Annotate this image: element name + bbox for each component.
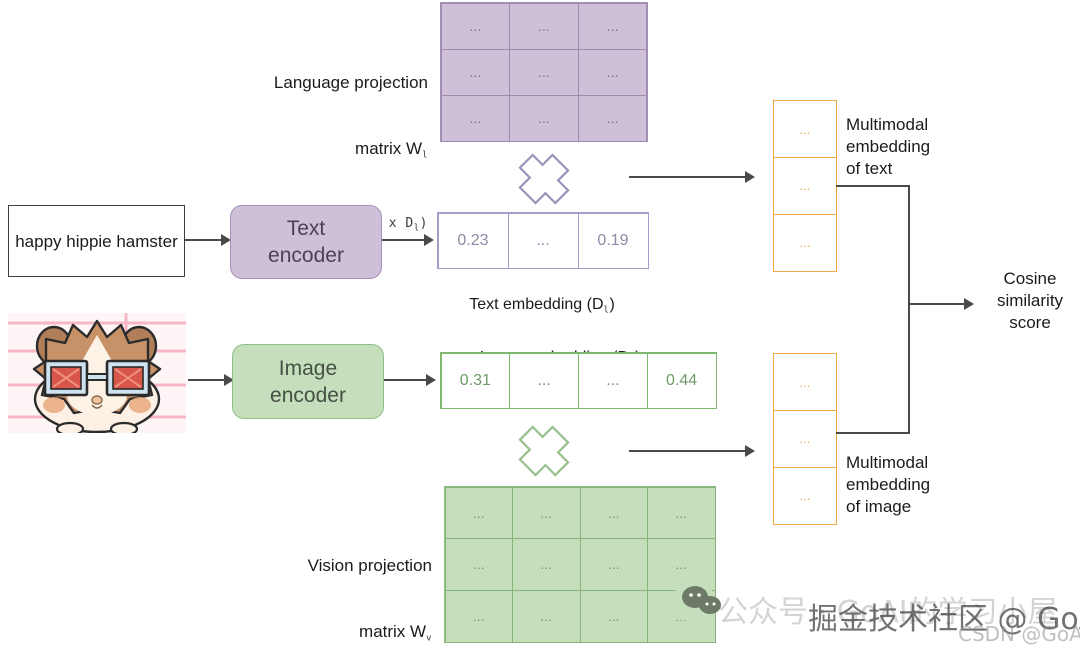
- vision-projection-label-line1: Vision projection: [307, 556, 432, 575]
- connector-join-vertical: [908, 185, 910, 434]
- text-input-value: happy hippie hamster: [15, 231, 178, 251]
- arrow-encoder-to-image-embedding-head: [426, 374, 436, 386]
- text-encoder-box[interactable]: Text encoder: [230, 205, 382, 279]
- multiply-cross-icon: [518, 153, 570, 205]
- arrow-image-to-encoder-line: [188, 379, 226, 381]
- embedding-cell: 0.19: [577, 212, 649, 269]
- matrix-cell: ...: [444, 538, 513, 591]
- input-image[interactable]: [8, 313, 186, 433]
- matrix-cell: ...: [577, 48, 648, 96]
- matrix-cell: ...: [509, 2, 579, 50]
- arrow-to-multimodal-text-head: [745, 171, 755, 183]
- matrix-cell: ...: [444, 486, 513, 540]
- diagram-canvas: ........................... Language pro…: [0, 0, 1080, 645]
- matrix-cell: ...: [440, 48, 511, 96]
- embedding-cell: 0.44: [646, 352, 717, 409]
- arrow-to-cosine-head: [964, 298, 974, 310]
- watermark-csdn-text: CSDN @GoAI: [958, 622, 1080, 645]
- multimodal-text-vector: .........: [773, 100, 837, 272]
- arrow-to-multimodal-image-head: [745, 445, 755, 457]
- arrow-encoder-to-text-embedding-head: [424, 234, 434, 246]
- image-embedding-vector: 0.31...... 0.44: [440, 352, 717, 409]
- embedding-cell: ...: [773, 353, 837, 412]
- image-encoder-label: Image encoder: [270, 356, 346, 407]
- arrow-to-multimodal-text-line: [629, 176, 747, 178]
- multimodal-image-label: Multimodal embedding of image: [846, 453, 931, 516]
- arrow-encoder-to-text-embedding-line: [382, 239, 426, 241]
- text-encoder-label: Text encoder: [268, 217, 344, 267]
- matrix-cell: ...: [444, 589, 513, 643]
- embedding-cell: ...: [773, 157, 837, 215]
- matrix-cell: ...: [512, 589, 581, 643]
- matrix-cell: ...: [440, 94, 511, 142]
- vision-projection-label-line2: matrix Wv: [359, 622, 432, 644]
- embedding-cell: ...: [507, 212, 579, 269]
- image-encoder-box[interactable]: Image encoder: [232, 344, 384, 419]
- embedding-cell: 0.31: [440, 352, 511, 409]
- embedding-cell: ...: [509, 352, 579, 409]
- matrix-cell: ...: [440, 2, 511, 50]
- connector-text-branch: [836, 185, 910, 187]
- vision-projection-label: Vision projection matrix Wv (De x Dv): [242, 533, 432, 645]
- language-projection-label-line1: Language projection: [273, 73, 428, 92]
- matrix-cell: ...: [579, 538, 648, 591]
- embedding-cell: ...: [578, 352, 648, 409]
- arrow-to-multimodal-image-line: [629, 450, 747, 452]
- embedding-cell: ...: [773, 100, 837, 159]
- matrix-cell: ...: [509, 94, 579, 142]
- text-embedding-caption: Text embedding (Dl): [469, 296, 615, 316]
- connector-image-branch: [836, 432, 910, 434]
- multiply-cross-icon: [518, 425, 570, 477]
- matrix-cell: ...: [579, 486, 648, 540]
- embedding-cell: ...: [773, 466, 837, 525]
- embedding-cell: ...: [773, 410, 837, 468]
- matrix-cell: ...: [577, 94, 648, 142]
- cosine-similarity-score-label: Cosine similarity score: [996, 269, 1064, 332]
- matrix-cell: ...: [577, 2, 648, 50]
- arrow-to-cosine-line: [908, 303, 966, 305]
- text-input-box[interactable]: happy hippie hamster: [8, 205, 185, 277]
- arrow-textbox-to-encoder-line: [185, 239, 223, 241]
- multimodal-text-label: Multimodal embedding of text: [846, 115, 931, 178]
- matrix-cell: ...: [512, 486, 581, 540]
- embedding-cell: 0.23: [437, 212, 509, 269]
- language-projection-matrix: ...........................: [440, 2, 648, 142]
- matrix-cell: ...: [509, 48, 579, 96]
- multimodal-image-vector: .........: [773, 353, 837, 525]
- text-embedding-vector: 0.23... 0.19: [437, 212, 649, 269]
- language-projection-label-line2: matrix Wl: [355, 139, 428, 161]
- arrow-encoder-to-image-embedding-line: [384, 379, 428, 381]
- matrix-cell: ...: [647, 486, 716, 540]
- embedding-cell: ...: [773, 213, 837, 272]
- matrix-cell: ...: [579, 589, 648, 643]
- matrix-cell: ...: [512, 538, 581, 591]
